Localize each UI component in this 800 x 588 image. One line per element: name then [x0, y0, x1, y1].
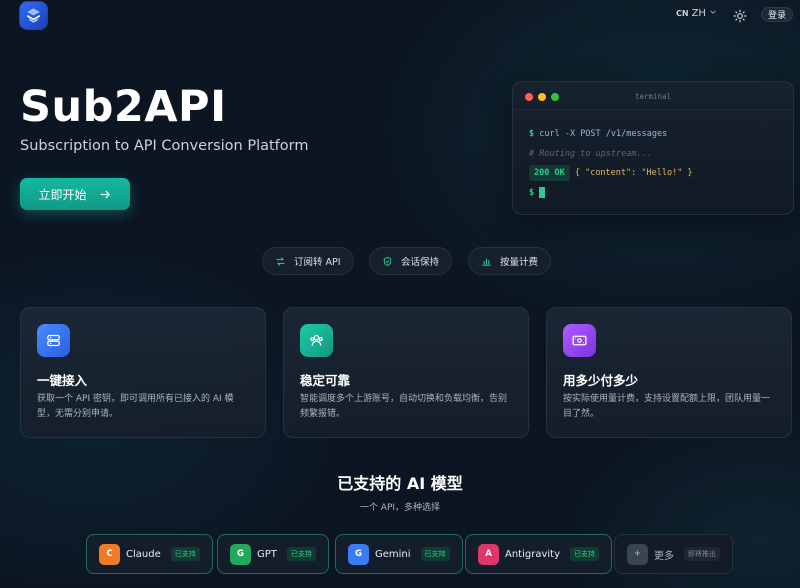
card-icon-box: [37, 324, 70, 357]
gpt-icon: G: [230, 543, 251, 565]
claude-icon: C: [99, 543, 120, 565]
card-description: 按实际使用量计费，支持设置配额上限，团队用量一目了然。: [563, 394, 771, 419]
logo-icon: [27, 8, 40, 23]
card-description: 获取一个 API 密钥，即可调用所有已接入的 AI 模型，无需分别申请。: [37, 394, 234, 419]
card-icon-box: [300, 324, 333, 357]
status-badge: 即将推出: [684, 547, 720, 561]
cursor: [539, 187, 546, 198]
terminal-line: # Routing to upstream...: [529, 149, 652, 159]
card-title: 稳定可靠: [300, 373, 351, 388]
plus-icon: +: [627, 543, 648, 565]
login-button[interactable]: 登录: [761, 7, 794, 22]
feature-pill-session: 会话保持: [369, 247, 453, 275]
model-chip-more[interactable]: + 更多 即将推出: [614, 534, 733, 574]
hero-subtitle: Subscription to API Conversion Platform: [20, 138, 309, 154]
theme-toggle-button[interactable]: [733, 8, 747, 23]
server-icon: [47, 334, 60, 347]
feature-pill-subscription: 订阅转 API: [262, 247, 354, 275]
language-code: CN: [676, 9, 689, 18]
shield-icon: [383, 256, 392, 266]
terminal-title: terminal: [634, 92, 672, 101]
terminal-line: $: [529, 187, 546, 198]
model-chip-gemini[interactable]: G Gemini 已支持: [335, 534, 463, 574]
feature-card-access: 一键接入 获取一个 API 密钥，即可调用所有已接入的 AI 模型，无需分别申请…: [20, 307, 266, 438]
status-badge: 200 OK: [529, 165, 570, 181]
sun-icon: [733, 9, 747, 23]
terminal-line: 200 OK { "content": "Hello!" }: [529, 165, 693, 181]
card-title: 一键接入: [37, 373, 88, 388]
status-badge: 已支持: [420, 547, 450, 561]
feature-card-billing: 用多少付多少 按实际使用量计费，支持设置配额上限，团队用量一目了然。: [546, 307, 792, 438]
chevron-down-icon: [710, 10, 716, 14]
bar-chart-icon: [482, 258, 491, 266]
language-switcher[interactable]: CN ZH: [676, 8, 717, 19]
swap-icon: [276, 256, 285, 266]
gemini-icon: G: [348, 543, 369, 565]
arrow-right-icon: [100, 190, 110, 198]
language-label: ZH: [691, 8, 706, 19]
status-badge: 已支持: [170, 547, 200, 561]
model-chip-claude[interactable]: C Claude 已支持: [86, 534, 213, 574]
get-started-button[interactable]: 立即开始: [20, 178, 130, 210]
feature-card-reliable: 稳定可靠 智能调度多个上游账号，自动切换和负载均衡，告别频繁报错。: [283, 307, 529, 438]
status-badge: 已支持: [286, 547, 316, 561]
terminal-window: terminal $ curl -X POST /v1/messages # R…: [512, 81, 794, 215]
card-description: 智能调度多个上游账号，自动切换和负载均衡，告别频繁报错。: [300, 394, 508, 419]
billing-icon: [572, 335, 587, 346]
feature-pill-billing: 按量计费: [468, 247, 552, 275]
status-badge: 已支持: [570, 547, 599, 561]
card-title: 用多少付多少: [563, 373, 639, 388]
users-icon: [310, 334, 323, 346]
terminal-titlebar: terminal: [513, 82, 793, 110]
get-started-label: 立即开始: [38, 187, 87, 202]
model-chip-antigravity[interactable]: A Antigravity 已支持: [465, 534, 612, 574]
antigravity-icon: A: [478, 543, 499, 565]
card-icon-box: [563, 324, 596, 357]
terminal-line: $ curl -X POST /v1/messages: [529, 129, 668, 139]
logo[interactable]: [20, 2, 47, 29]
models-section-subtitle: 一个 API，多种选择: [359, 503, 441, 513]
model-chip-gpt[interactable]: G GPT 已支持: [217, 534, 329, 574]
models-section-title: 已支持的 AI 模型: [337, 474, 463, 493]
hero-title: Sub2API: [20, 82, 227, 132]
